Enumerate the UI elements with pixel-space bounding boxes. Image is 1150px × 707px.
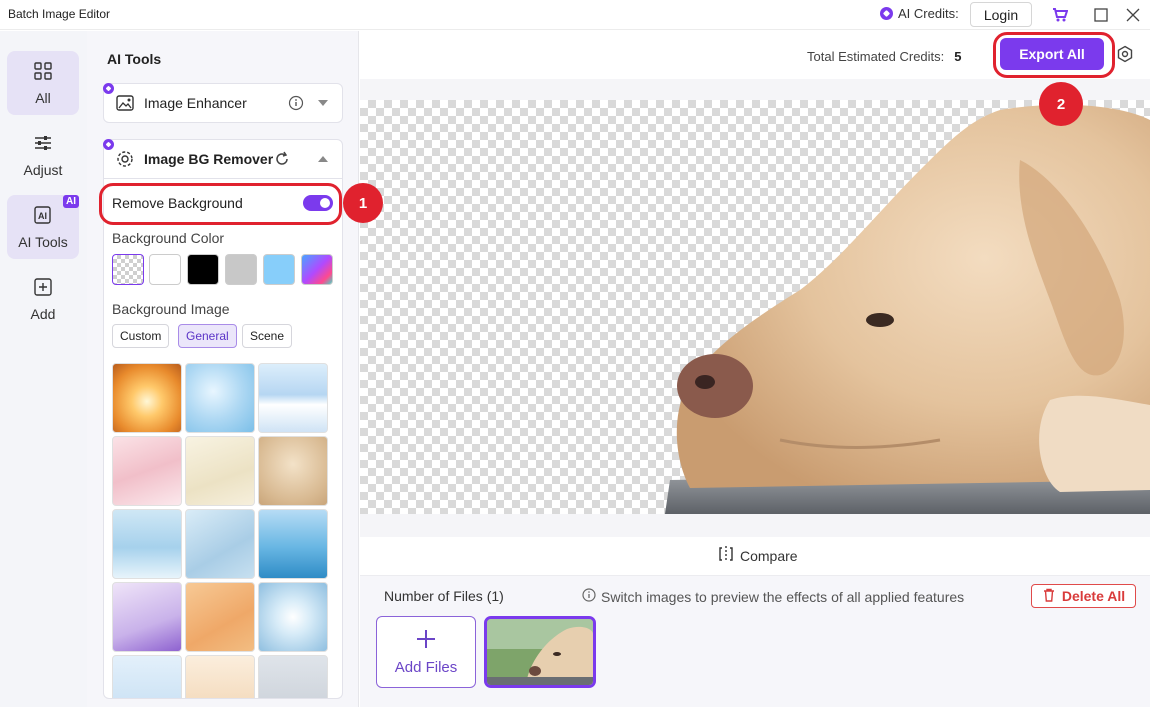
preview-canvas	[360, 100, 1150, 514]
total-credits-label: Total Estimated Credits:	[807, 49, 945, 64]
grid-icon	[33, 61, 53, 84]
close-icon[interactable]	[1123, 5, 1143, 25]
background-thumb[interactable]	[185, 509, 255, 579]
ai-credits-icon	[880, 7, 893, 20]
background-thumb[interactable]	[112, 509, 182, 579]
background-color-label: Background Color	[112, 230, 225, 246]
highlight-remove-background	[99, 183, 342, 225]
ai-feature-icon	[103, 139, 114, 150]
highlight-export-all	[993, 32, 1115, 78]
dog-image	[665, 104, 1150, 514]
compare-label: Compare	[740, 547, 798, 564]
info-icon[interactable]	[288, 95, 304, 111]
ai-credits: AI Credits:	[880, 6, 959, 21]
swatch-black[interactable]	[187, 254, 219, 285]
nav-label: AI Tools	[18, 233, 68, 250]
tab-scene[interactable]: Scene	[242, 324, 293, 348]
left-nav: All Adjust AI AI AI Tools Add	[0, 31, 87, 707]
main-area: Total Estimated Credits: 5 Export All Co…	[360, 31, 1150, 707]
background-thumb[interactable]	[185, 363, 255, 433]
files-bar: Number of Files (1) Switch images to pre…	[360, 575, 1150, 707]
enhancer-label: Image Enhancer	[144, 95, 247, 111]
add-files-label: Add Files	[394, 658, 458, 676]
login-button[interactable]: Login	[970, 2, 1032, 27]
step-2-marker: 2	[1039, 82, 1083, 126]
step-1-marker: 1	[343, 183, 383, 223]
background-thumb[interactable]	[185, 436, 255, 506]
swatch-gray[interactable]	[225, 254, 257, 285]
delete-all-label: Delete All	[1061, 588, 1126, 604]
background-thumb[interactable]	[258, 509, 328, 579]
app-title: Batch Image Editor	[8, 7, 111, 21]
background-thumb[interactable]	[185, 582, 255, 652]
tools-panel: AI Tools Image Enhancer Image BG Remover…	[87, 31, 359, 707]
tab-custom[interactable]: Custom	[112, 324, 170, 348]
gear-icon[interactable]	[1116, 45, 1134, 63]
add-files-button[interactable]: Add Files	[376, 616, 476, 688]
bg-remover-options: Remove Background Background Color Backg…	[103, 179, 343, 699]
add-square-icon	[33, 277, 53, 300]
chevron-down-icon[interactable]	[318, 99, 328, 107]
nav-item-adjust[interactable]: Adjust	[7, 123, 79, 187]
maximize-icon[interactable]	[1091, 5, 1111, 25]
background-thumb[interactable]	[112, 655, 182, 698]
swatch-light-blue[interactable]	[263, 254, 295, 285]
nav-item-ai-tools[interactable]: AI AI AI Tools	[7, 195, 79, 259]
cart-icon[interactable]	[1050, 5, 1070, 25]
bg-remover-card[interactable]: Image BG Remover	[103, 139, 343, 179]
compare-button[interactable]: Compare	[718, 546, 798, 565]
background-thumb[interactable]	[258, 655, 328, 698]
chevron-up-icon[interactable]	[318, 155, 328, 163]
background-thumb[interactable]	[258, 582, 328, 652]
trash-icon	[1042, 588, 1056, 605]
svg-text:AI: AI	[38, 211, 47, 221]
nav-item-add[interactable]: Add	[7, 267, 79, 331]
panel-title: AI Tools	[107, 51, 162, 67]
info-icon	[582, 588, 596, 605]
nav-label: All	[35, 89, 51, 106]
image-enhancer-card[interactable]: Image Enhancer	[103, 83, 343, 123]
background-thumb[interactable]	[258, 363, 328, 433]
ai-badge: AI	[63, 195, 79, 208]
swatch-transparent[interactable]	[112, 254, 144, 285]
background-thumb[interactable]	[112, 363, 182, 433]
background-image-label: Background Image	[112, 301, 230, 317]
background-thumb[interactable]	[185, 655, 255, 698]
background-thumb[interactable]	[258, 436, 328, 506]
total-credits-value: 5	[954, 49, 962, 64]
nav-label: Adjust	[23, 161, 63, 178]
total-credits: Total Estimated Credits: 5	[807, 49, 962, 64]
file-thumbnail[interactable]	[484, 616, 596, 688]
nav-item-all[interactable]: All	[7, 51, 79, 115]
ai-credits-label: AI Credits:	[898, 6, 959, 21]
background-thumb[interactable]	[112, 436, 182, 506]
ai-feature-icon	[103, 83, 114, 94]
bg-remover-label: Image BG Remover	[144, 151, 274, 167]
tab-general[interactable]: General	[178, 324, 237, 348]
swatch-white[interactable]	[149, 254, 181, 285]
enhancer-icon	[114, 92, 136, 114]
background-thumb[interactable]	[112, 582, 182, 652]
ai-tools-icon: AI	[33, 205, 53, 228]
plus-icon	[416, 629, 436, 653]
delete-all-button[interactable]: Delete All	[1031, 584, 1136, 608]
files-hint: Switch images to preview the effects of …	[582, 588, 964, 605]
nav-label: Add	[30, 305, 56, 322]
compare-icon	[718, 546, 734, 565]
swatch-gradient[interactable]	[301, 254, 333, 285]
files-hint-text: Switch images to preview the effects of …	[601, 588, 965, 605]
files-count: Number of Files (1)	[384, 588, 504, 604]
reset-icon[interactable]	[274, 151, 290, 167]
bg-remover-icon	[114, 148, 136, 170]
title-bar: Batch Image Editor AI Credits: Login	[0, 0, 1150, 30]
sliders-icon	[33, 133, 53, 156]
